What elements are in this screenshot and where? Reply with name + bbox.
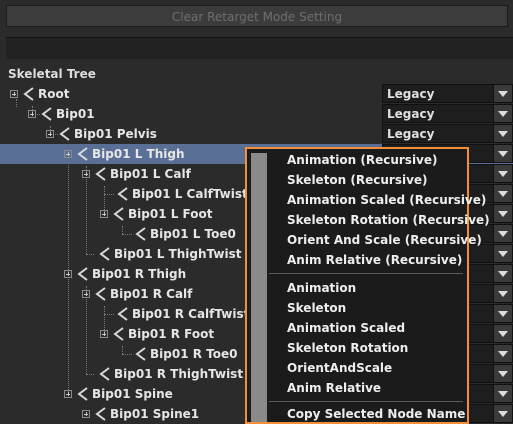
bone-icon — [95, 167, 106, 181]
bone-icon — [113, 327, 124, 341]
bone-icon — [23, 87, 34, 101]
menu-item-skeleton[interactable]: Skeleton — [287, 301, 346, 315]
retarget-mode-dropdown[interactable]: Legacy — [382, 104, 513, 123]
tree-node-label: Bip01 R Calf — [110, 287, 193, 301]
tree-row[interactable]: Root — [0, 84, 380, 104]
tree-node-label: Bip01 R Foot — [128, 327, 215, 341]
chevron-down-icon[interactable] — [493, 365, 512, 382]
expand-toggle-icon[interactable] — [82, 410, 90, 418]
chevron-down-icon[interactable] — [493, 205, 512, 222]
chevron-down-icon[interactable] — [493, 325, 512, 342]
expand-toggle-icon[interactable] — [64, 390, 72, 398]
expand-toggle-icon[interactable] — [64, 270, 72, 278]
expand-toggle-icon[interactable] — [46, 130, 54, 138]
bone-icon — [99, 367, 110, 381]
tree-node-label: Bip01 L CalfTwist — [132, 187, 248, 201]
chevron-down-icon[interactable] — [493, 165, 512, 182]
tree-node-label: Bip01 Spine1 — [110, 407, 200, 421]
bone-icon — [77, 387, 88, 401]
menu-item-skeleton-recursive[interactable]: Skeleton (Recursive) — [287, 173, 428, 187]
bone-icon — [41, 107, 52, 121]
menu-item-anim-relative[interactable]: Anim Relative — [287, 381, 381, 395]
bone-icon — [135, 227, 146, 241]
menu-item-copy-selected-node-name[interactable]: Copy Selected Node Name — [287, 407, 465, 421]
menu-separator — [269, 401, 463, 402]
bone-icon — [117, 187, 128, 201]
menu-item-anim-relative-recursive[interactable]: Anim Relative (Recursive) — [287, 253, 462, 267]
tree-node-label: Bip01 Spine — [92, 387, 173, 401]
menu-item-animation-scaled-recursive[interactable]: Animation Scaled (Recursive) — [287, 193, 486, 207]
tree-node-label: Bip01 Pelvis — [74, 127, 157, 141]
tree-node-label: Bip01 R Toe0 — [150, 347, 238, 361]
bone-icon — [77, 267, 88, 281]
chevron-down-icon[interactable] — [493, 225, 512, 242]
retarget-mode-dropdown[interactable]: Legacy — [382, 124, 513, 143]
menu-separator — [269, 273, 463, 274]
chevron-down-icon[interactable] — [493, 245, 512, 262]
bone-icon — [135, 347, 146, 361]
dropdown-value: Legacy — [387, 107, 435, 121]
chevron-down-icon[interactable] — [493, 405, 512, 422]
tree-node-label: Bip01 R ThighTwist — [114, 367, 244, 381]
tree-node-label: Bip01 L ThighTwist — [114, 247, 242, 261]
menu-item-skeleton-rotation[interactable]: Skeleton Rotation — [287, 341, 408, 355]
chevron-down-icon[interactable] — [493, 305, 512, 322]
expand-toggle-icon[interactable] — [82, 170, 90, 178]
bone-icon — [99, 247, 110, 261]
bone-icon — [113, 207, 124, 221]
context-menu: Animation (Recursive) Skeleton (Recursiv… — [245, 147, 490, 424]
tree-node-label: Bip01 — [56, 107, 95, 121]
search-bar[interactable] — [6, 37, 513, 59]
menu-item-skeleton-rotation-recursive[interactable]: Skeleton Rotation (Recursive) — [287, 213, 490, 227]
tree-node-label: Bip01 L Toe0 — [150, 227, 236, 241]
dropdown-value: Legacy — [387, 127, 435, 141]
menu-item-animation-recursive[interactable]: Animation (Recursive) — [287, 153, 438, 167]
tree-title: Skeletal Tree — [8, 67, 96, 81]
chevron-down-icon[interactable] — [493, 125, 512, 142]
tree-row[interactable]: Bip01 — [0, 104, 380, 124]
menu-item-animation-scaled[interactable]: Animation Scaled — [287, 321, 405, 335]
expand-toggle-icon[interactable] — [100, 330, 108, 338]
tree-node-label: Bip01 L Calf — [110, 167, 191, 181]
tree-row[interactable]: Bip01 Pelvis — [0, 124, 380, 144]
menu-item-animation[interactable]: Animation — [287, 281, 356, 295]
expand-toggle-icon[interactable] — [100, 210, 108, 218]
expand-toggle-icon[interactable] — [64, 150, 72, 158]
tree-node-label: Bip01 L Thigh — [92, 147, 185, 161]
retarget-mode-dropdown[interactable]: Legacy — [382, 84, 513, 103]
tree-node-label: Bip01 L Foot — [128, 207, 213, 221]
menu-item-orient-and-scale-recursive[interactable]: Orient And Scale (Recursive) — [287, 233, 482, 247]
chevron-down-icon[interactable] — [493, 285, 512, 302]
tree-node-label: Bip01 R Thigh — [92, 267, 187, 281]
tree-node-label: Bip01 R CalfTwist — [132, 307, 250, 321]
chevron-down-icon[interactable] — [493, 345, 512, 362]
bone-icon — [117, 307, 128, 321]
chevron-down-icon[interactable] — [493, 145, 512, 162]
dropdown-value: Legacy — [387, 87, 435, 101]
bone-icon — [95, 407, 106, 421]
expand-toggle-icon[interactable] — [10, 90, 18, 98]
menu-item-orient-and-scale[interactable]: OrientAndScale — [287, 361, 392, 375]
tree-node-label: Root — [38, 87, 70, 101]
expand-toggle-icon[interactable] — [82, 290, 90, 298]
expand-toggle-icon[interactable] — [28, 110, 36, 118]
clear-retarget-mode-button[interactable]: Clear Retarget Mode Setting — [6, 5, 508, 27]
chevron-down-icon[interactable] — [493, 265, 512, 282]
bone-icon — [95, 287, 106, 301]
bone-icon — [59, 127, 70, 141]
chevron-down-icon[interactable] — [493, 385, 512, 402]
bone-icon — [77, 147, 88, 161]
chevron-down-icon[interactable] — [493, 85, 512, 102]
chevron-down-icon[interactable] — [493, 185, 512, 202]
menu-icon-gutter — [251, 153, 267, 422]
chevron-down-icon[interactable] — [493, 105, 512, 122]
